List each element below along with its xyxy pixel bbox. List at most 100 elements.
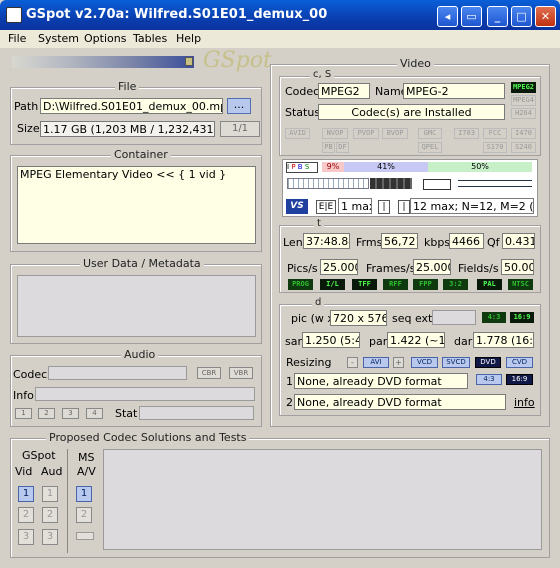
audio-stream-3[interactable]: 3 xyxy=(62,408,79,419)
len-label: Len xyxy=(283,236,303,249)
audio-stat-field xyxy=(139,406,254,420)
av-label: A/V xyxy=(77,465,96,478)
aud-solution-1[interactable]: 1 xyxy=(42,486,58,502)
gop-ruler xyxy=(287,178,369,189)
tag-gmc: GMC xyxy=(418,128,442,139)
tag-qpel: QPEL xyxy=(418,142,442,153)
audio-stream-4[interactable]: 4 xyxy=(86,408,103,419)
gop-arrow-box xyxy=(423,179,451,190)
audio-legend: Audio xyxy=(121,348,159,361)
gop-ee-marker: E|E xyxy=(316,200,336,214)
menu-system[interactable]: System xyxy=(38,32,79,45)
vid-solution-3[interactable]: 3 xyxy=(18,529,34,545)
menu-file[interactable]: File xyxy=(8,32,26,45)
part-indicator: 1/1 xyxy=(220,121,260,137)
browse-button[interactable]: ... xyxy=(227,98,251,114)
ms-label: MS xyxy=(78,451,95,464)
resize-vcd-button[interactable]: VCD xyxy=(411,357,438,368)
vid-solution-2[interactable]: 2 xyxy=(18,507,34,523)
minimize-button[interactable]: _ xyxy=(487,6,508,27)
gop-marker-2: | xyxy=(398,200,410,214)
resize-cvd-button[interactable]: CVD xyxy=(506,357,533,368)
gop-max-field: 1 max xyxy=(338,198,372,214)
codec-field: MPEG2 xyxy=(318,83,370,99)
resize-inc-button[interactable]: + xyxy=(393,357,404,368)
status-field: Codec(s) are Installed xyxy=(318,104,505,120)
cbr-button[interactable]: CBR xyxy=(197,367,221,379)
aud-solution-3[interactable]: 3 xyxy=(42,529,58,545)
cs-legend: c, S xyxy=(310,69,335,80)
gop-dark-block xyxy=(370,178,412,189)
seq-ext-label: seq ext xyxy=(392,312,433,325)
maximize-button[interactable]: □ xyxy=(511,6,532,27)
gop-info-field: 12 max; N=12, M=2 (94% xyxy=(410,198,534,214)
aud-label: Aud xyxy=(41,465,63,478)
proposed-divider xyxy=(67,449,68,553)
sar-label: sar xyxy=(285,335,302,348)
par-field: 1.422 (~10: xyxy=(387,332,445,348)
ms-solution-extra[interactable] xyxy=(76,532,94,540)
dar-label: dar xyxy=(454,335,473,348)
menu-options[interactable]: Options xyxy=(84,32,126,45)
userdata-legend: User Data / Metadata xyxy=(80,257,204,270)
tag-il: I/L xyxy=(320,279,345,290)
dar-field: 1.778 (16:9) xyxy=(473,332,534,348)
pics-label: Pics/s xyxy=(287,262,318,275)
window-title: GSpot v2.70a: Wilfred.S01E01_demux_00 xyxy=(26,7,328,22)
menu-bar: File System Options Tables Help xyxy=(0,30,560,48)
tag-fcc: FCC xyxy=(483,128,507,139)
app-icon xyxy=(6,7,22,23)
size-field: 1.17 GB (1,203 MB / 1,232,431 KB xyxy=(40,121,215,137)
audio-stream-1[interactable]: 1 xyxy=(15,408,32,419)
restore-button[interactable]: ▭ xyxy=(461,6,482,27)
tag-s240: S240 xyxy=(511,142,536,153)
tag-pb: PB xyxy=(322,142,335,153)
gop-marker-1: | xyxy=(378,200,390,214)
resizing-label: Resizing xyxy=(286,356,332,369)
tag-nvop: NVOP xyxy=(322,128,348,139)
qf-field: 0.431 xyxy=(502,233,535,249)
vid-solution-1[interactable]: 1 xyxy=(18,486,34,502)
resize-svcd-button[interactable]: SVCD xyxy=(442,357,470,368)
video-legend: Video xyxy=(397,57,434,70)
aud-solution-2[interactable]: 2 xyxy=(42,507,58,523)
gop-line2 xyxy=(458,186,532,187)
ms-solution-2[interactable]: 2 xyxy=(76,507,92,523)
d-legend: d xyxy=(312,297,325,308)
resize2-num: 2 xyxy=(286,396,293,409)
pics-field: 25.000 xyxy=(320,259,358,275)
menu-tables[interactable]: Tables xyxy=(133,32,167,45)
resize-avi-button[interactable]: AVI xyxy=(363,357,389,368)
tag-pvop: PVOP xyxy=(353,128,379,139)
info-link[interactable]: info xyxy=(514,396,535,409)
tag-h264: H264 xyxy=(511,108,536,119)
tag-ntsc: NTSC xyxy=(508,279,533,290)
resize-dvd-button[interactable]: DVD xyxy=(475,357,501,368)
frms-field: 56,721 xyxy=(381,233,418,249)
back-button[interactable]: ◂ xyxy=(437,6,458,27)
resize-dec-button[interactable]: - xyxy=(347,357,358,368)
resize-ar-16x9[interactable]: 16:9 xyxy=(506,374,533,385)
path-field[interactable]: D:\Wilfred.S01E01_demux_00.mpv xyxy=(40,98,223,114)
vbr-button[interactable]: VBR xyxy=(229,367,253,379)
frame-type-i: I xyxy=(287,163,290,171)
t-legend: t xyxy=(314,218,324,229)
tag-32: 3:2 xyxy=(443,279,468,290)
file-legend: File xyxy=(115,80,140,93)
close-button[interactable]: ✕ xyxy=(535,6,556,27)
audio-stat-label: Stat xyxy=(115,407,138,420)
resize-ar-4x3[interactable]: 4:3 xyxy=(476,374,502,385)
tag-s170: S170 xyxy=(483,142,507,153)
tag-pal: PAL xyxy=(477,279,502,290)
frame-type-p: P xyxy=(291,163,296,171)
audio-stream-2[interactable]: 2 xyxy=(38,408,55,419)
size-label: Size xyxy=(17,122,40,135)
qf-label: Qf xyxy=(487,236,500,249)
gspot-label: GSpot xyxy=(22,449,56,462)
vs-icon: VS xyxy=(286,199,308,214)
gop-line1 xyxy=(458,180,532,181)
menu-help[interactable]: Help xyxy=(176,32,201,45)
ms-solution-1[interactable]: 1 xyxy=(76,486,92,502)
tag-bvop: BVOP xyxy=(382,128,408,139)
color-strip xyxy=(12,56,194,68)
